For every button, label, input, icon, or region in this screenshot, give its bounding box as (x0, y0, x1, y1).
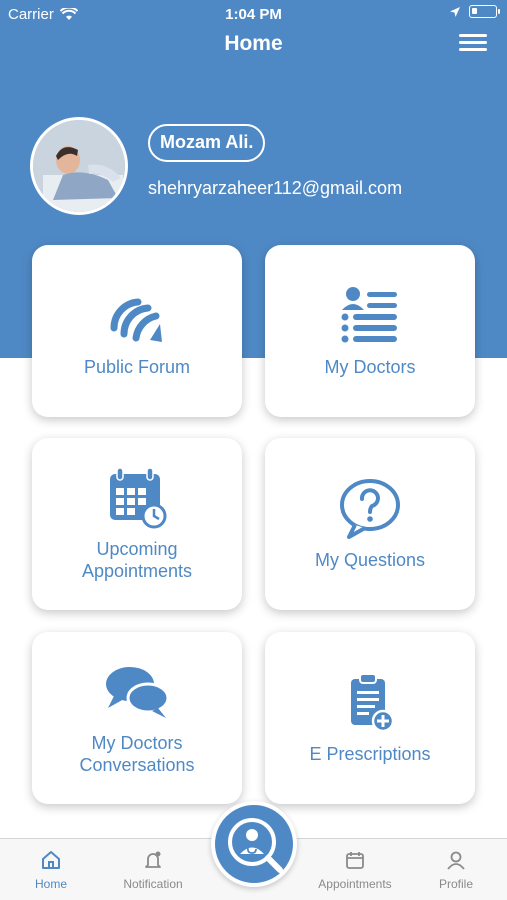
doctors-list-icon (341, 287, 397, 343)
e-prescriptions-tile[interactable]: E Prescriptions (265, 632, 475, 804)
forum-icon (110, 298, 162, 342)
user-email: shehryarzaheer112@gmail.com (148, 178, 403, 198)
tab-label: Appointments (318, 877, 392, 891)
prescription-clipboard-icon (351, 673, 395, 733)
user-icon (447, 851, 465, 870)
hamburger-icon (459, 34, 487, 37)
doctor-search-icon (228, 818, 283, 873)
tab-profile[interactable]: Profile (406, 849, 506, 891)
calendar-clock-icon (110, 467, 167, 529)
tab-notification[interactable]: Notification (103, 849, 203, 891)
tab-label: Home (34, 877, 67, 891)
tile-label: My Doctors (324, 357, 416, 377)
tile-label: E Prescriptions (309, 744, 431, 764)
tile-label: Upcoming Appointments (81, 539, 193, 581)
tile-label: My Doctors Conversations (79, 733, 195, 775)
find-doctor-button[interactable] (211, 801, 297, 887)
tab-label: Profile (438, 877, 473, 891)
avatar[interactable] (30, 117, 128, 215)
tile-label: Public Forum (83, 357, 191, 377)
my-doctors-conversations-tile[interactable]: My Doctors Conversations (32, 632, 242, 804)
my-doctors-tile[interactable]: My Doctors (265, 245, 475, 417)
page-title: Home (224, 32, 283, 55)
status-bar: Carrier 1:04 PM (0, 0, 507, 28)
question-bubble-icon (340, 479, 400, 539)
user-name-badge: Mozam Ali. (148, 124, 266, 162)
calendar-icon (346, 852, 364, 869)
public-forum-tile[interactable]: Public Forum (32, 245, 242, 417)
tile-label: My Questions (314, 550, 426, 570)
location-arrow-icon (450, 6, 460, 17)
battery-icon (469, 5, 500, 18)
upcoming-appointments-tile[interactable]: Upcoming Appointments (32, 438, 242, 610)
home-icon (42, 851, 60, 869)
tab-label: Notification (123, 877, 183, 891)
menu-button[interactable] (459, 30, 487, 58)
my-questions-tile[interactable]: My Questions (265, 438, 475, 610)
bell-icon (145, 851, 161, 868)
tab-appointments[interactable]: Appointments (305, 849, 405, 891)
chat-bubbles-icon (106, 667, 170, 718)
tab-home[interactable]: Home (1, 849, 101, 891)
status-time: 1:04 PM (225, 6, 282, 23)
